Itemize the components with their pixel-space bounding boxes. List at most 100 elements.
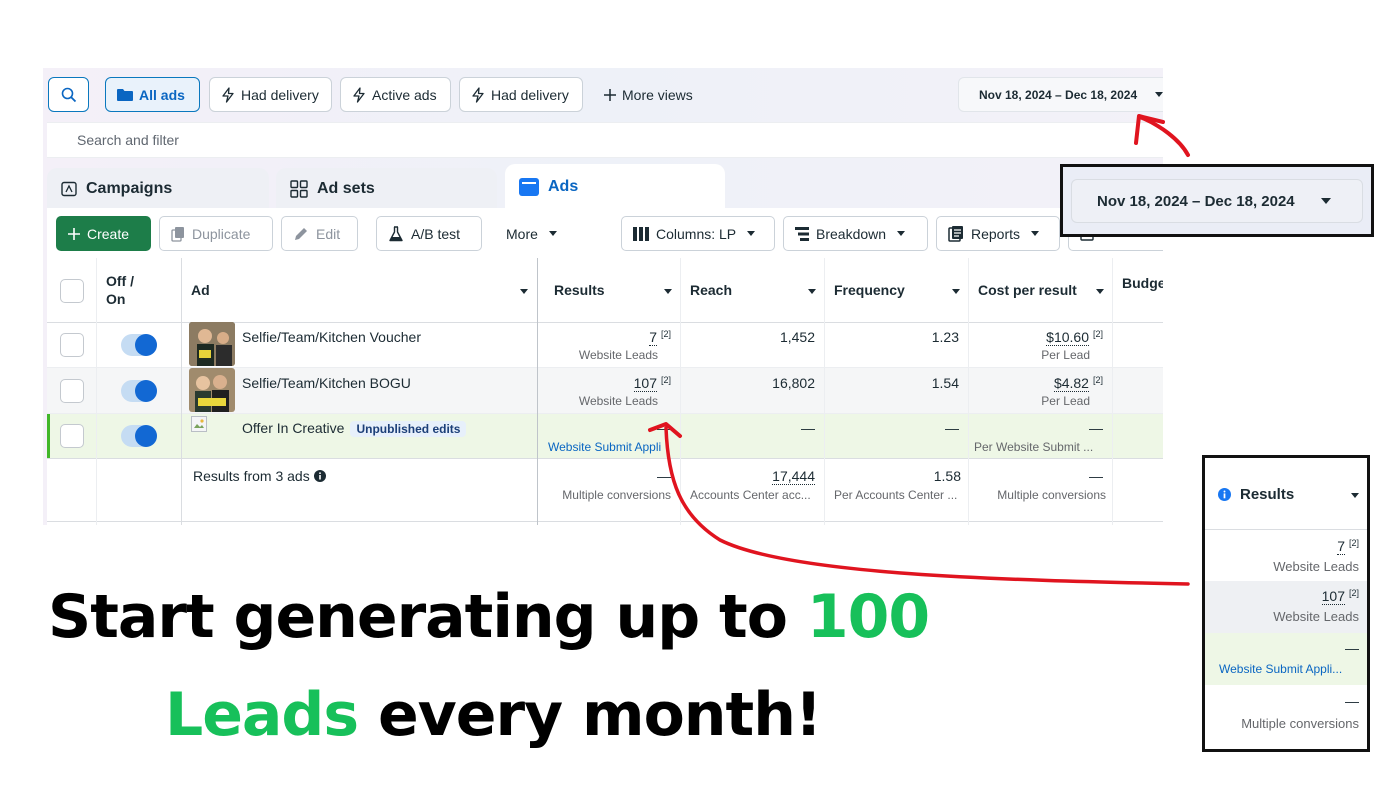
reports-button[interactable]: Reports [936,216,1060,251]
header-off-on[interactable]: Off / On [106,272,134,308]
ad-name[interactable]: Selfie/Team/Kitchen Voucher [242,329,421,345]
reports-label: Reports [971,225,1021,242]
cost-subtext: Per Website Submit ... [974,440,1094,454]
zoomed-results-row: 7 [2] Website Leads [1205,530,1367,581]
people-image [189,322,235,366]
ad-name-text: Offer In Creative [242,420,345,436]
header-off-on-line2: On [106,291,126,307]
chevron-down-icon [1155,92,1163,97]
info-icon[interactable] [313,470,326,482]
ads-table: Off / On Ad Results Reach Frequency Cost… [47,258,1163,525]
reach-value: 16,802 [772,375,815,391]
view-all-ads-label: All ads [139,86,185,103]
ads-manager-screenshot: All ads Had delivery Active ads Had deli… [43,68,1163,525]
zoomed-date-callout: Nov 18, 2024 – Dec 18, 2024 [1060,164,1374,237]
chevron-down-icon [747,231,756,236]
zoomed-results-callout: Results 7 [2] Website Leads 107 [2] Websit… [1202,455,1370,752]
frequency-value: 1.54 [931,375,959,391]
duplicate-button[interactable]: Duplicate [159,216,273,251]
chevron-down-icon [548,231,557,236]
chevron-down-icon [1320,198,1331,204]
tab-ads-label: Ads [548,178,579,195]
more-button[interactable]: More [495,216,568,251]
summary-reach-value[interactable]: 17,444 [772,468,815,485]
chevron-down-icon[interactable] [1096,289,1104,294]
view-active-ads[interactable]: Active ads [340,77,451,112]
create-label: Create [87,225,130,242]
results-value[interactable]: 7 [2] [649,329,671,346]
row-checkbox[interactable] [60,379,84,403]
results-number: 7 [649,329,657,346]
zoomed-date-picker[interactable]: Nov 18, 2024 – Dec 18, 2024 [1071,179,1363,223]
chevron-down-icon[interactable] [952,289,960,294]
chevron-down-icon [897,231,906,236]
ad-thumbnail [189,322,235,366]
more-views-button[interactable]: More views [593,77,704,112]
columns-icon [633,226,649,241]
header-budget[interactable]: Budge [1122,275,1163,291]
plus-icon [604,88,616,101]
search-button[interactable] [48,77,89,112]
zoomed-results-number: 107 [1321,588,1345,605]
search-filter-row [47,122,1163,158]
cost-subtext: Per Lead [1041,348,1090,362]
headline-text-black: Start generating up to [48,582,807,652]
summary-label: Results from 3 ads [193,468,326,484]
create-button[interactable]: Create [56,216,151,251]
cost-number: $10.60 [1046,329,1089,346]
breakdown-label: Breakdown [816,225,887,242]
zoomed-results-subtext: Website Leads [1273,609,1359,624]
reports-icon [948,225,963,242]
zoomed-results-footnote: [2] [1348,588,1359,598]
summary-frequency-value: 1.58 [933,468,961,484]
header-reach[interactable]: Reach [690,282,732,298]
zoomed-results-footnote: [2] [1348,538,1359,548]
chevron-down-icon[interactable] [520,289,528,294]
ad-toggle[interactable] [121,425,157,447]
header-ad[interactable]: Ad [191,282,210,298]
duplicate-label: Duplicate [192,225,251,242]
row-checkbox[interactable] [60,424,84,448]
zoomed-results-row: — Multiple conversions [1205,685,1367,749]
zoomed-results-title: Results [1240,486,1295,503]
view-had-delivery-label: Had delivery [241,86,319,103]
view-active-ads-label: Active ads [372,86,437,103]
header-frequency[interactable]: Frequency [834,282,905,298]
date-range-picker[interactable]: Nov 18, 2024 – Dec 18, 2024 [958,77,1163,112]
tab-ads[interactable]: Ads [505,164,725,210]
summary-results-subtext: Multiple conversions [562,488,671,502]
ad-toggle[interactable] [121,334,157,356]
select-all-checkbox[interactable] [60,279,84,303]
ad-toggle[interactable] [121,380,157,402]
chevron-down-icon[interactable] [808,289,816,294]
view-had-delivery-2[interactable]: Had delivery [459,77,583,112]
divider [47,413,1163,414]
edit-button[interactable]: Edit [281,216,358,251]
ad-name[interactable]: Offer In Creative Unpublished edits [242,420,467,437]
cost-value[interactable]: $4.82 [2] [1053,375,1103,392]
results-subtext: Website Submit Appli [548,440,662,454]
columns-button[interactable]: Columns: LP [621,216,775,251]
chevron-down-icon[interactable] [664,289,672,294]
filter-bar: All ads Had delivery Active ads Had deli… [43,68,1163,122]
headline-line-2: Leads every month! [165,680,822,750]
tab-campaigns[interactable]: Campaigns [47,168,269,210]
results-value[interactable]: 107 [2] [633,375,671,392]
search-input[interactable] [47,123,1163,157]
tab-ad-sets[interactable]: Ad sets [276,168,497,210]
ab-test-button[interactable]: A/B test [376,216,482,251]
breakdown-button[interactable]: Breakdown [783,216,928,251]
headline-text-black: every month! [358,680,822,750]
results-footnote: [2] [660,375,671,385]
view-all-ads[interactable]: All ads [105,77,200,112]
view-had-delivery[interactable]: Had delivery [209,77,332,112]
header-cost-per-result[interactable]: Cost per result [978,282,1077,298]
header-results[interactable]: Results [554,282,605,298]
row-checkbox[interactable] [60,333,84,357]
results-number: 107 [633,375,657,392]
headline-text-green: 100 [806,582,930,652]
cost-value[interactable]: $10.60 [2] [1046,329,1103,346]
duplicate-icon [171,226,184,242]
edit-label: Edit [316,225,341,242]
ad-name[interactable]: Selfie/Team/Kitchen BOGU [242,375,411,391]
